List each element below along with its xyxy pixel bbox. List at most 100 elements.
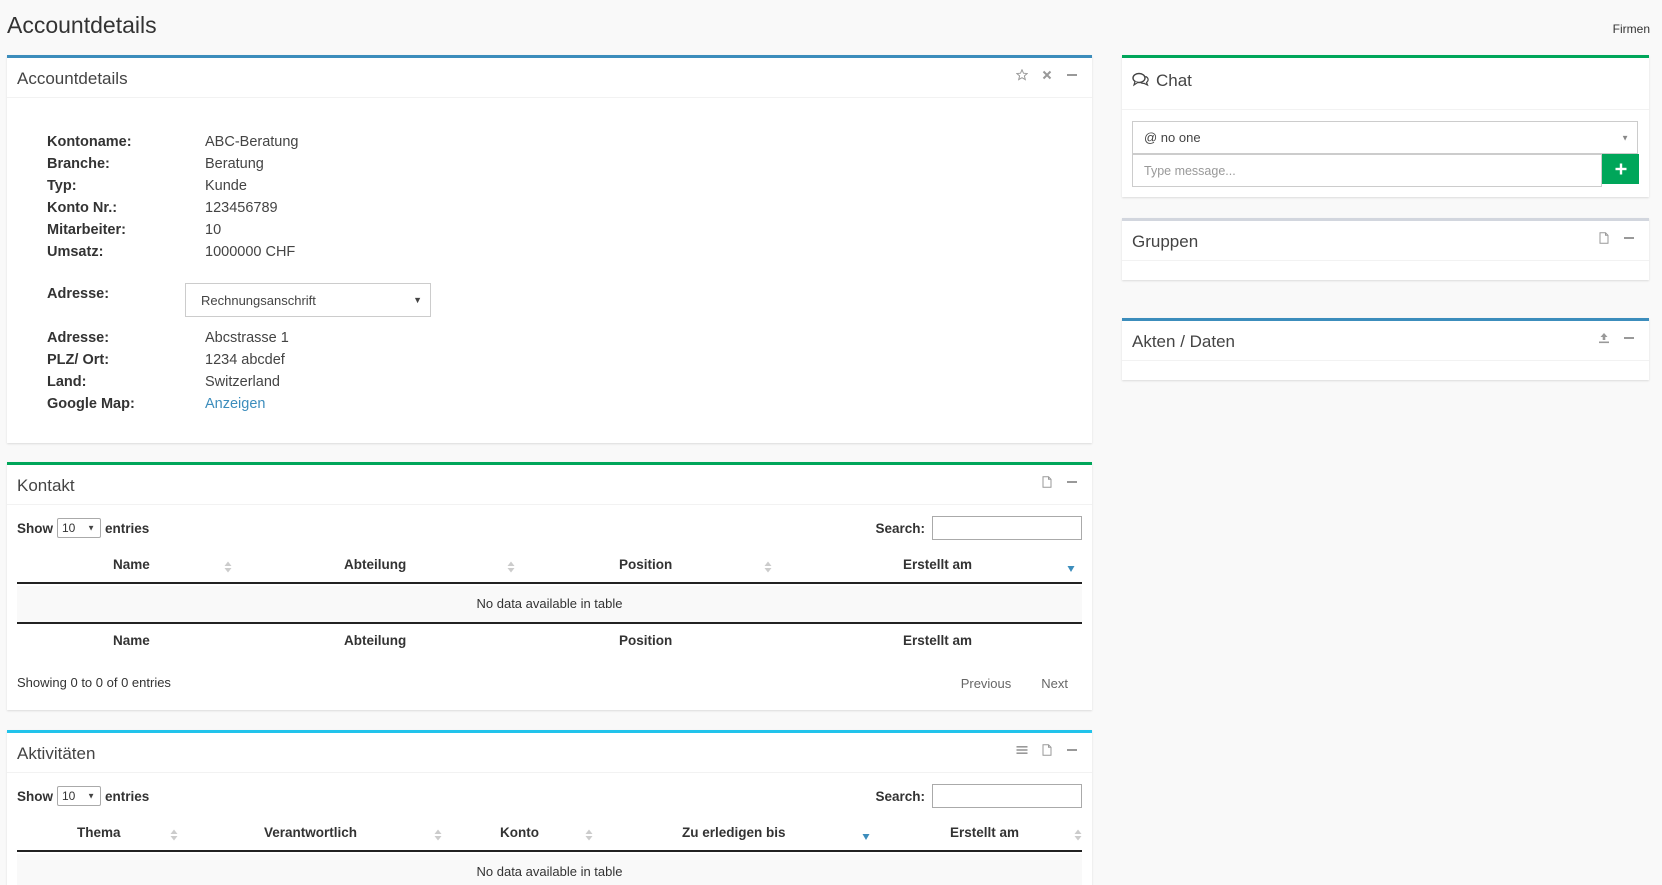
field-value: 10 bbox=[205, 222, 222, 238]
collapse-icon[interactable] bbox=[1065, 475, 1078, 488]
field-value: 1234 abcdef bbox=[205, 352, 285, 368]
caret-down-icon: ▼ bbox=[1621, 133, 1629, 142]
box-header: Chat bbox=[1122, 58, 1649, 110]
sort-icon[interactable] bbox=[764, 561, 772, 573]
box-header: Aktivitäten bbox=[7, 733, 1092, 773]
gruppen-box: Gruppen bbox=[1122, 218, 1649, 280]
sort-icon[interactable] bbox=[224, 561, 232, 573]
breadcrumb[interactable]: Firmen bbox=[1613, 22, 1650, 36]
column-header[interactable]: Verantwortlich bbox=[264, 825, 357, 840]
file-icon[interactable] bbox=[1597, 231, 1610, 244]
sort-icon[interactable] bbox=[434, 829, 442, 841]
column-header[interactable]: Abteilung bbox=[344, 557, 406, 572]
box-header: Accountdetails bbox=[7, 58, 1092, 98]
google-map-link[interactable]: Anzeigen bbox=[205, 396, 265, 412]
next-button[interactable]: Next bbox=[1041, 676, 1068, 691]
recipient-value: @ no one bbox=[1144, 130, 1201, 145]
search-control: Search: bbox=[875, 516, 1082, 540]
show-label: Show bbox=[17, 520, 53, 536]
field-value: 123456789 bbox=[205, 200, 278, 216]
plus-icon bbox=[1615, 163, 1626, 175]
sort-desc-icon[interactable] bbox=[862, 832, 870, 844]
search-input[interactable] bbox=[932, 784, 1082, 808]
show-label: Show bbox=[17, 788, 53, 804]
column-footer: Abteilung bbox=[344, 633, 407, 648]
collapse-icon[interactable] bbox=[1622, 231, 1635, 244]
box-title: Gruppen bbox=[1132, 232, 1199, 251]
box-title: Accountdetails bbox=[17, 69, 128, 88]
sort-icon[interactable] bbox=[585, 829, 593, 841]
message-input[interactable]: Type message... bbox=[1132, 154, 1602, 187]
akten-daten-box: Akten / Daten bbox=[1122, 318, 1649, 380]
search-label: Search: bbox=[875, 520, 925, 536]
column-header[interactable]: Name bbox=[113, 557, 150, 572]
send-message-button[interactable] bbox=[1602, 154, 1639, 184]
length-control: Show 10 ▼ entries bbox=[17, 786, 149, 806]
field-label: PLZ/ Ort: bbox=[47, 352, 110, 368]
sort-desc-icon[interactable] bbox=[1067, 564, 1075, 576]
entries-label: entries bbox=[105, 788, 150, 804]
close-icon[interactable] bbox=[1040, 68, 1053, 81]
collapse-icon[interactable] bbox=[1622, 331, 1635, 344]
field-label: Typ: bbox=[47, 178, 77, 194]
file-icon[interactable] bbox=[1040, 475, 1053, 488]
table-info: Showing 0 to 0 of 0 entries bbox=[17, 675, 171, 690]
file-icon[interactable] bbox=[1040, 743, 1053, 756]
entries-label: entries bbox=[105, 520, 150, 536]
previous-button[interactable]: Previous bbox=[961, 676, 1012, 691]
box-title: Chat bbox=[1156, 71, 1192, 90]
star-icon[interactable] bbox=[1015, 68, 1028, 81]
sort-icon[interactable] bbox=[1074, 829, 1082, 841]
address-type-select[interactable]: Rechnungsanschrift ▼ bbox=[185, 283, 431, 317]
account-details-box: Accountdetails Kontoname: ABC-Beratung Br… bbox=[7, 55, 1092, 443]
field-label: Adresse: bbox=[47, 330, 110, 346]
sort-icon[interactable] bbox=[170, 829, 178, 841]
empty-table-row: No data available in table bbox=[17, 854, 1082, 885]
field-value: Beratung bbox=[205, 156, 264, 172]
collapse-icon[interactable] bbox=[1065, 743, 1078, 756]
recipient-select[interactable]: @ no one ▼ bbox=[1132, 121, 1638, 154]
field-label: Kontoname: bbox=[47, 134, 132, 150]
column-header[interactable]: Konto bbox=[500, 825, 539, 840]
column-header[interactable]: Erstellt am bbox=[950, 825, 1019, 840]
field-label: Google Map: bbox=[47, 396, 135, 412]
column-footer: Position bbox=[619, 633, 673, 648]
column-header[interactable]: Position bbox=[619, 557, 672, 572]
empty-table-row: No data available in table bbox=[17, 586, 1082, 622]
field-label: Umsatz: bbox=[47, 244, 104, 260]
search-input[interactable] bbox=[932, 516, 1082, 540]
page-title: Accountdetails bbox=[7, 12, 157, 38]
upload-icon[interactable] bbox=[1597, 331, 1610, 344]
table-header-row: Thema Verantwortlich Konto Zu erledigen … bbox=[17, 816, 1082, 852]
kontakt-box: Kontakt Show 10 ▼ entries Search: Name Ab… bbox=[7, 462, 1092, 710]
table-header-row: Name Abteilung Position Erstellt am bbox=[17, 548, 1082, 584]
field-value: ABC-Beratung bbox=[205, 134, 299, 150]
field-label: Mitarbeiter: bbox=[47, 222, 126, 238]
collapse-icon[interactable] bbox=[1065, 68, 1078, 81]
field-label: Konto Nr.: bbox=[47, 200, 118, 216]
caret-down-icon: ▼ bbox=[413, 295, 422, 305]
box-title: Akten / Daten bbox=[1132, 332, 1236, 351]
field-label: Land: bbox=[47, 374, 87, 390]
column-footer: Erstellt am bbox=[903, 633, 973, 648]
chat-icon bbox=[1132, 72, 1150, 92]
field-value: Kunde bbox=[205, 178, 247, 194]
box-header: Gruppen bbox=[1122, 221, 1649, 261]
length-select[interactable]: 10 ▼ bbox=[57, 786, 101, 806]
column-header[interactable]: Thema bbox=[77, 825, 121, 840]
list-icon[interactable] bbox=[1015, 743, 1028, 756]
address-type-label: Adresse: bbox=[47, 286, 110, 302]
box-header: Kontakt bbox=[7, 465, 1092, 505]
sort-icon[interactable] bbox=[507, 561, 515, 573]
column-header[interactable]: Zu erledigen bis bbox=[682, 825, 786, 840]
column-header[interactable]: Erstellt am bbox=[903, 557, 972, 572]
address-type-value: Rechnungsanschrift bbox=[201, 292, 316, 308]
field-label: Branche: bbox=[47, 156, 110, 172]
length-value: 10 bbox=[62, 789, 76, 803]
chat-box: Chat @ no one ▼ Type message... bbox=[1122, 55, 1649, 197]
message-placeholder: Type message... bbox=[1144, 163, 1236, 178]
pagination: Previous Next bbox=[961, 676, 1068, 691]
field-value: Switzerland bbox=[205, 374, 280, 390]
box-header: Akten / Daten bbox=[1122, 321, 1649, 361]
length-select[interactable]: 10 ▼ bbox=[57, 518, 101, 538]
